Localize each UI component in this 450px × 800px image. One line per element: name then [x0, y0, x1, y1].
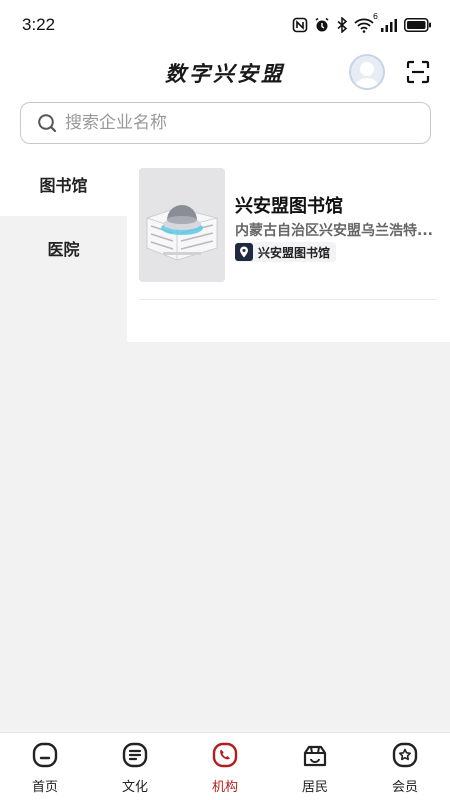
bottom-tab-bar: 首页 文化 机构 居民 会员	[0, 732, 450, 800]
category-sidebar: 图书馆 医院	[0, 152, 127, 280]
tab-label: 居民	[301, 780, 328, 795]
library-building-image	[139, 168, 225, 282]
culture-icon	[122, 742, 148, 768]
status-icons: 6	[292, 12, 432, 33]
nfc-icon	[292, 17, 308, 33]
scan-icon[interactable]	[406, 60, 430, 84]
tag-label: 兴安盟图书馆	[258, 245, 331, 260]
tab-label: 机构	[211, 780, 238, 795]
tab-institution[interactable]: 机构	[180, 733, 270, 800]
tab-member[interactable]: 会员	[360, 733, 450, 800]
status-bar: 3:22 6	[0, 0, 450, 50]
institution-name: 兴安盟图书馆	[235, 196, 343, 217]
search-icon	[38, 114, 57, 133]
search-bar	[0, 96, 450, 152]
institution-list: 兴安盟图书馆 内蒙古自治区兴安盟乌兰浩特... 兴安盟图书馆	[127, 152, 450, 342]
sidebar-item-library[interactable]: 图书馆	[0, 152, 127, 216]
bluetooth-icon	[337, 17, 348, 33]
tab-residents[interactable]: 居民	[270, 733, 360, 800]
sidebar-item-label: 图书馆	[39, 176, 88, 195]
library-thumbnail	[139, 168, 225, 282]
network-type: 6	[372, 12, 378, 21]
tab-culture[interactable]: 文化	[90, 733, 180, 800]
institution-address: 内蒙古自治区兴安盟乌兰浩特...	[235, 223, 433, 239]
sidebar-item-hospital[interactable]: 医院	[0, 216, 127, 280]
member-icon	[392, 742, 418, 768]
app-header: 数字兴安盟	[0, 50, 450, 96]
home-icon	[32, 742, 58, 768]
battery-icon	[404, 18, 431, 32]
sidebar-item-label: 医院	[47, 240, 80, 259]
search-box[interactable]	[20, 102, 431, 144]
residents-icon	[303, 745, 327, 767]
tab-label: 首页	[31, 780, 58, 795]
avatar[interactable]	[349, 54, 385, 90]
tab-label: 文化	[121, 780, 148, 795]
location-pin-icon	[235, 243, 253, 261]
wifi-icon: 6	[354, 12, 378, 33]
list-item[interactable]: 兴安盟图书馆 内蒙古自治区兴安盟乌兰浩特... 兴安盟图书馆	[139, 168, 437, 300]
institution-tag: 兴安盟图书馆	[235, 242, 337, 262]
status-time: 3:22	[22, 15, 56, 34]
tab-home[interactable]: 首页	[0, 733, 90, 800]
tab-label: 会员	[391, 780, 418, 795]
signal-icon	[381, 19, 397, 32]
institution-icon	[212, 742, 238, 768]
alarm-icon	[315, 17, 329, 32]
search-input[interactable]	[65, 113, 405, 133]
